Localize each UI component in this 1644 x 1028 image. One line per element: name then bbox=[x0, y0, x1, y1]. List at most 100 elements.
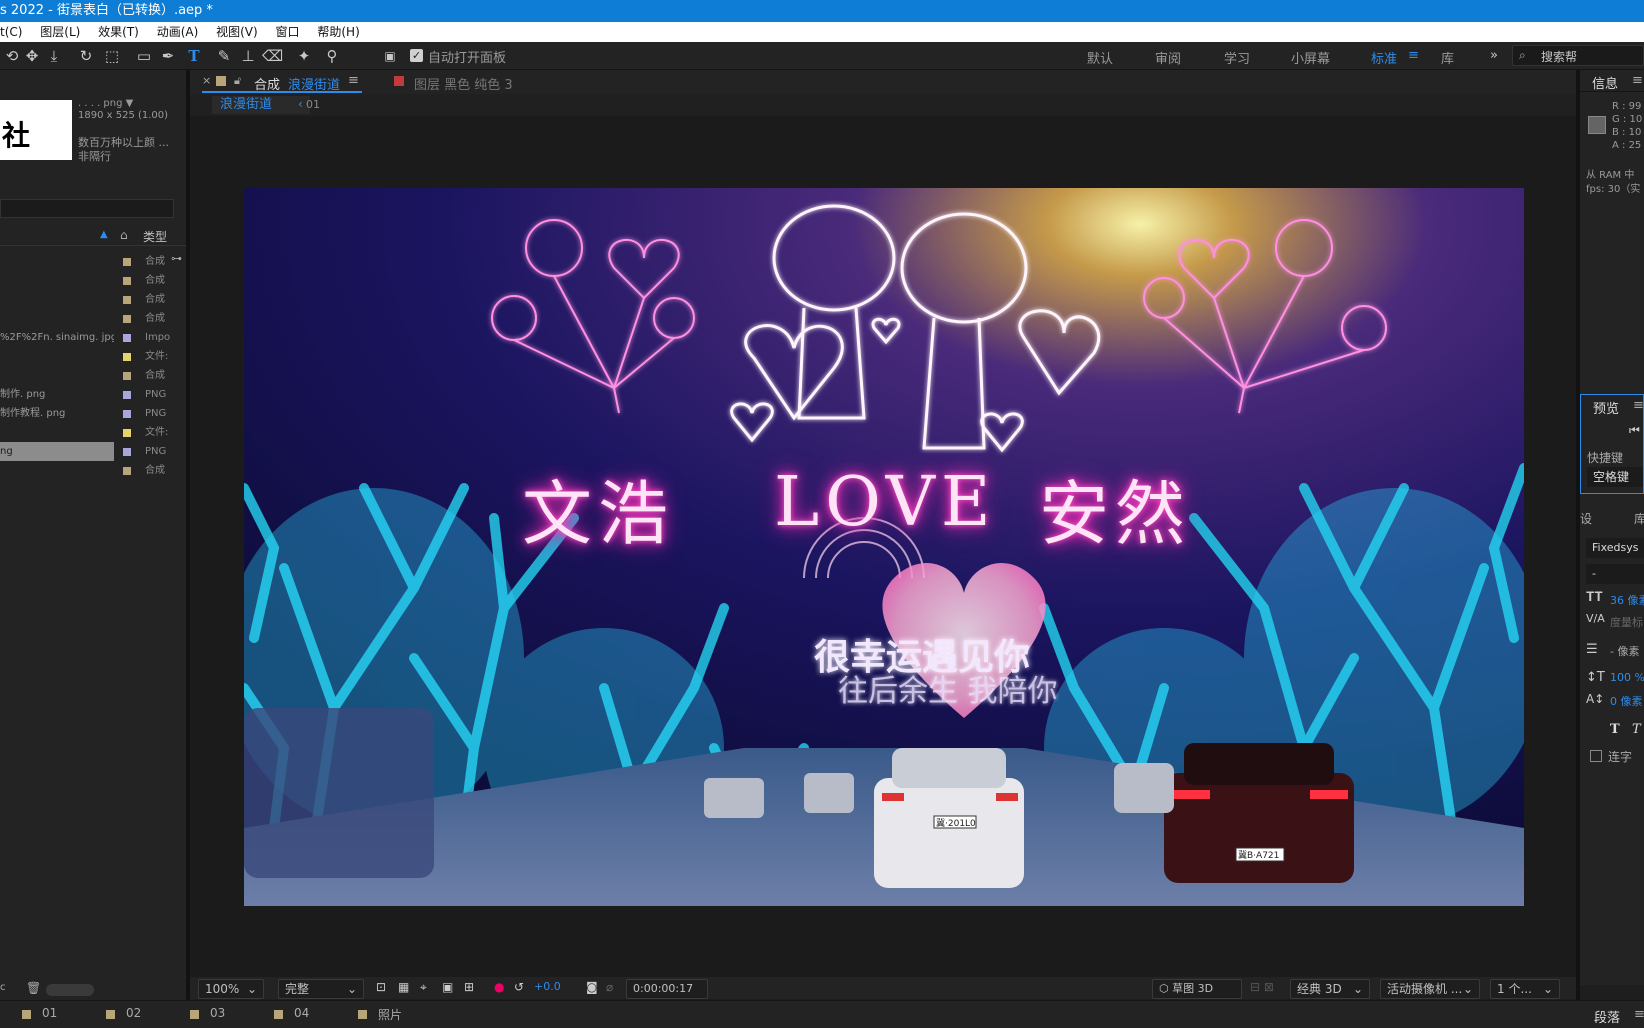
comp-tab-menu-icon[interactable]: ≡ bbox=[348, 73, 359, 88]
shortcut-dropdown[interactable]: 空格键 bbox=[1587, 467, 1643, 487]
lock-icon[interactable]: 🔓︎ bbox=[234, 74, 241, 88]
workspace-review[interactable]: 审阅 bbox=[1155, 48, 1181, 67]
panel-toggle-icon[interactable]: ▣ bbox=[380, 46, 400, 66]
project-item-row[interactable]: 文件: bbox=[0, 423, 188, 442]
channel-icon[interactable]: ● bbox=[494, 980, 504, 994]
preview-panel-title[interactable]: 预览 bbox=[1593, 398, 1619, 417]
timeline-tab-3[interactable]: 03 bbox=[210, 1006, 225, 1020]
project-item-row[interactable]: 合成 bbox=[0, 271, 188, 290]
rotate-tool-icon[interactable]: ↻ bbox=[76, 46, 96, 66]
orbit-tool-icon[interactable]: ⟲ bbox=[2, 46, 22, 66]
zoom-dropdown[interactable]: 100% ⌄ bbox=[198, 979, 264, 999]
project-item-row[interactable]: 合成 bbox=[0, 366, 188, 385]
dolly-tool-icon[interactable]: ⤓ bbox=[44, 46, 64, 66]
project-item-label-color[interactable] bbox=[123, 467, 131, 475]
reset-exposure-icon[interactable]: ↺ bbox=[514, 980, 524, 994]
timeline-tab-5[interactable]: 照片 bbox=[378, 1006, 402, 1023]
column-header-type[interactable]: 类型 bbox=[143, 228, 167, 245]
font-size-value[interactable]: 36 像素 bbox=[1610, 592, 1644, 608]
workspace-library[interactable]: 库 bbox=[1441, 48, 1454, 67]
move-tool-icon[interactable]: ✥ bbox=[22, 46, 42, 66]
region-of-interest-icon[interactable]: ⊡ bbox=[376, 980, 386, 994]
grid-guides-icon[interactable]: ⊞ bbox=[464, 980, 474, 994]
project-item-label-color[interactable] bbox=[123, 448, 131, 456]
anchor-tool-icon[interactable]: ⬚ bbox=[102, 46, 122, 66]
project-scrollbar[interactable] bbox=[46, 984, 94, 996]
type-tool-icon[interactable]: T bbox=[184, 46, 204, 66]
menu-item-composition[interactable]: t(C) bbox=[0, 25, 22, 39]
kerning-value[interactable]: 度量标 bbox=[1610, 614, 1643, 630]
timeline-tab-1[interactable]: 01 bbox=[42, 1006, 57, 1020]
font-style-dropdown[interactable]: - bbox=[1586, 564, 1644, 584]
project-item-label-color[interactable] bbox=[123, 410, 131, 418]
workspace-standard[interactable]: 标准 bbox=[1371, 48, 1397, 67]
menu-item-animation[interactable]: 动画(A) bbox=[157, 25, 199, 39]
draft-3d-toggle[interactable]: ⬡ 草图 3D bbox=[1152, 979, 1242, 999]
pen-tool-icon[interactable]: ✒ bbox=[158, 46, 178, 66]
puppet-pin-tool-icon[interactable]: ⚲ bbox=[322, 46, 342, 66]
project-item-row[interactable]: 文件: bbox=[0, 347, 188, 366]
snapshot-camera-icon[interactable]: ◙ bbox=[586, 980, 598, 994]
project-item-label-color[interactable] bbox=[123, 315, 131, 323]
mask-visibility-icon[interactable]: ⌖ bbox=[420, 980, 427, 995]
tab-library[interactable]: 库 bbox=[1634, 510, 1644, 527]
menu-item-help[interactable]: 帮助(H) bbox=[317, 25, 359, 39]
show-snapshot-icon[interactable]: ⌀ bbox=[606, 980, 613, 994]
exposure-value[interactable]: +0.0 bbox=[534, 980, 561, 993]
project-item-row[interactable]: 合成 bbox=[0, 290, 188, 309]
workspace-default[interactable]: 默认 bbox=[1087, 48, 1113, 67]
project-item-label-color[interactable] bbox=[123, 353, 131, 361]
info-panel-title[interactable]: 信息 bbox=[1592, 73, 1618, 92]
font-family-dropdown[interactable]: Fixedsys bbox=[1586, 538, 1644, 558]
ligature-checkbox[interactable] bbox=[1590, 750, 1602, 762]
help-search-box[interactable]: ⌕ 搜索帮 bbox=[1512, 45, 1644, 66]
preview-panel-menu-icon[interactable]: ≡ bbox=[1633, 398, 1644, 413]
label-tag-icon[interactable]: ⌂ bbox=[120, 228, 128, 242]
project-item-label-color[interactable] bbox=[123, 258, 131, 266]
auto-open-checkbox[interactable]: ✓ bbox=[410, 49, 423, 62]
project-item-row[interactable]: 合成 bbox=[0, 252, 188, 271]
project-item-row[interactable]: ng PNG bbox=[0, 442, 188, 461]
project-item-label-color[interactable] bbox=[123, 296, 131, 304]
project-item-label-color[interactable] bbox=[123, 372, 131, 380]
project-item-label-color[interactable] bbox=[123, 334, 131, 342]
project-item-row[interactable]: %2F%2Fn. sinaimg. jpg Impo bbox=[0, 328, 188, 347]
composition-viewer[interactable]: 文浩 LOVE 安然 很幸运遇见你 往后余生 我陪你 冀·201L0 冀B·A7… bbox=[244, 188, 1524, 906]
project-item-row[interactable]: 制作教程. png PNG bbox=[0, 404, 188, 423]
paragraph-menu-icon[interactable]: ≡ bbox=[1634, 1007, 1644, 1022]
clone-stamp-tool-icon[interactable]: ⊥ bbox=[238, 46, 258, 66]
timeline-tab-2[interactable]: 02 bbox=[126, 1006, 141, 1020]
menu-item-view[interactable]: 视图(V) bbox=[216, 25, 258, 39]
info-panel-menu-icon[interactable]: ≡ bbox=[1632, 73, 1643, 88]
menu-item-window[interactable]: 窗口 bbox=[276, 25, 300, 39]
paragraph-panel-tab[interactable]: 段落 bbox=[1594, 1007, 1620, 1026]
layer-tab[interactable]: 图层 黑色 纯色 3 bbox=[414, 74, 513, 93]
tab-settings[interactable]: 设 bbox=[1580, 510, 1592, 527]
rectangle-tool-icon[interactable]: ▭ bbox=[134, 46, 154, 66]
project-search-input[interactable] bbox=[0, 199, 174, 218]
roto-brush-tool-icon[interactable]: ✦ bbox=[294, 46, 314, 66]
trash-icon[interactable]: 🗑︎ bbox=[26, 981, 41, 995]
menu-item-effect[interactable]: 效果(T) bbox=[98, 25, 139, 39]
workspace-small-screen[interactable]: 小屏幕 bbox=[1291, 48, 1330, 67]
close-tab-icon[interactable]: × bbox=[202, 74, 211, 87]
flowchart-icon[interactable]: ⊶ bbox=[171, 252, 182, 265]
vertical-scale-value[interactable]: 100 % bbox=[1610, 671, 1644, 684]
project-item-row[interactable]: 合成 bbox=[0, 461, 188, 480]
sort-ascending-icon[interactable]: ▲ bbox=[100, 229, 108, 240]
menu-item-layer[interactable]: 图层(L) bbox=[40, 25, 80, 39]
project-item-row[interactable]: 制作. png PNG bbox=[0, 385, 188, 404]
faux-bold-icon[interactable]: T bbox=[1610, 722, 1620, 737]
camera-dropdown[interactable]: 活动摄像机 ... ⌄ bbox=[1380, 979, 1480, 999]
baseline-shift-value[interactable]: 0 像素 bbox=[1610, 693, 1643, 709]
faux-italic-icon[interactable]: T bbox=[1632, 722, 1641, 737]
workspace-menu-icon[interactable]: ≡ bbox=[1408, 48, 1419, 63]
breadcrumb-comp[interactable]: 浪漫街道 bbox=[212, 96, 310, 114]
project-item-label-color[interactable] bbox=[123, 391, 131, 399]
safe-margins-icon[interactable]: ▣ bbox=[442, 980, 453, 994]
brush-tool-icon[interactable]: ✎ bbox=[214, 46, 234, 66]
timeline-tab-4[interactable]: 04 bbox=[294, 1006, 309, 1020]
views-dropdown[interactable]: 1 个... ⌄ bbox=[1490, 979, 1560, 999]
project-item-row[interactable]: 合成 bbox=[0, 309, 188, 328]
timecode-display[interactable]: 0:00:00:17 bbox=[626, 979, 708, 999]
